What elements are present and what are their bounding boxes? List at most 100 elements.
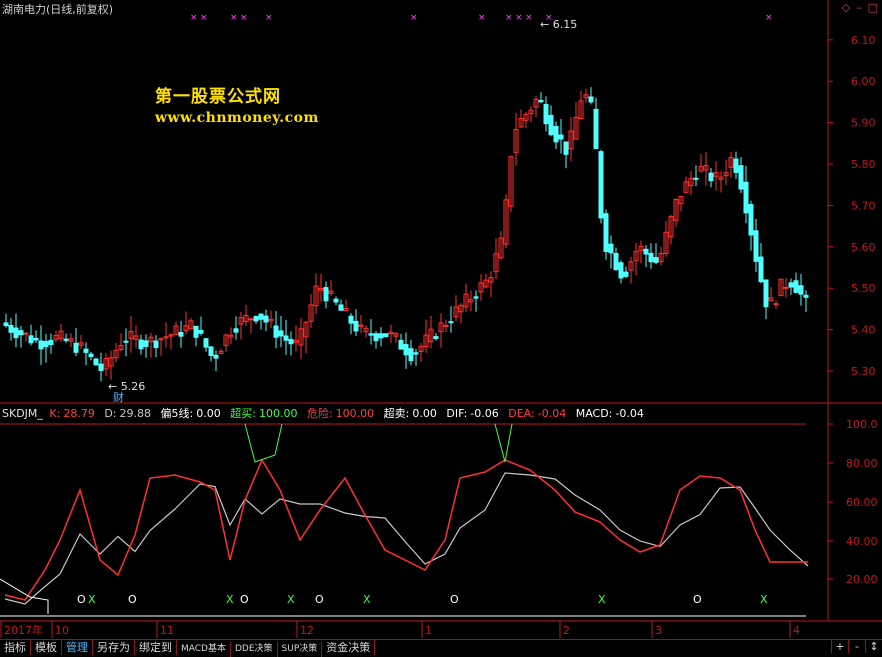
- ind-label-3: 40.00: [846, 535, 878, 548]
- zoom-out-button[interactable]: -: [848, 640, 865, 653]
- indicator-pian5: 偏5线: 0.00: [160, 407, 221, 420]
- tab-manage[interactable]: 管理: [62, 640, 93, 655]
- sell-signal: X: [363, 593, 371, 606]
- candle-body: [158, 338, 164, 341]
- tab-template[interactable]: 模板: [31, 640, 62, 655]
- candle-body: [653, 257, 659, 263]
- candle-body: [258, 313, 264, 320]
- candle-body: [743, 181, 749, 214]
- watermark-url: www.chnmoney.com: [155, 110, 319, 126]
- candle-body: [773, 303, 779, 306]
- date-label-4: 1: [425, 624, 432, 637]
- candle-body: [403, 344, 409, 356]
- candle-body: [63, 338, 69, 341]
- candle-body: [803, 294, 809, 298]
- candle-body: [593, 108, 599, 150]
- pian5-line: [0, 578, 49, 614]
- indicator-dea: DEA: -0.04: [508, 407, 567, 420]
- date-label-6: 3: [655, 624, 662, 637]
- price-label-1: 6.00: [851, 75, 876, 88]
- candle-body: [643, 248, 649, 255]
- close-icon[interactable]: □: [868, 1, 878, 14]
- buy-signal: O: [128, 593, 137, 606]
- candle-body: [288, 339, 294, 345]
- tab-indicator[interactable]: 指标: [0, 640, 31, 655]
- candle-body: [323, 287, 329, 302]
- candle-body: [353, 320, 359, 332]
- candle-body: [398, 339, 404, 350]
- candle-body: [608, 243, 614, 254]
- candle-body: [378, 333, 384, 339]
- ind-label-1: 80.00: [846, 457, 878, 470]
- signal-marker-icon: ×: [190, 13, 198, 23]
- candle-body: [763, 279, 769, 308]
- candle-body: [408, 348, 414, 362]
- candle-body: [18, 330, 24, 336]
- tab-save-as[interactable]: 另存为: [93, 640, 135, 655]
- candle-body: [448, 321, 454, 324]
- price-label-8: 5.30: [851, 365, 876, 378]
- buy-signal: O: [693, 593, 702, 606]
- fin-marker: 财: [113, 390, 124, 404]
- signal-marker-icon: ×: [265, 13, 273, 23]
- candle-body: [623, 271, 629, 277]
- candle-body: [558, 134, 564, 140]
- candle-body: [373, 333, 379, 342]
- diamond-icon[interactable]: ◇: [842, 1, 850, 14]
- sell-signal: X: [88, 593, 96, 606]
- indicator-danger: 危险: 100.00: [306, 407, 375, 420]
- candle-body: [88, 353, 94, 358]
- candle-body: [273, 325, 279, 338]
- window-controls: ◇ – □: [836, 1, 878, 14]
- minimize-icon[interactable]: –: [856, 1, 862, 14]
- signal-marker-icon: ×: [545, 13, 553, 23]
- candle-body: [123, 340, 129, 343]
- price-label-3: 5.80: [851, 158, 876, 171]
- candle-body: [48, 339, 54, 345]
- indicator-oversold: 超卖: 0.00: [383, 407, 437, 420]
- bottom-toolbar: 指标 模板 管理 另存为 绑定到 MACD基本 DDE决策 SUP决策 资金决策 + - ↕: [0, 639, 882, 657]
- chart-canvas[interactable]: 6.10 6.00 5.90 5.80 5.70 5.60 5.50 5.40 5.30 100.…: [0, 0, 882, 655]
- candle-body: [178, 332, 184, 337]
- buy-signal: O: [450, 593, 459, 606]
- candle-body: [708, 172, 714, 182]
- candle-body: [753, 230, 759, 262]
- signal-marker-icon: ×: [515, 13, 523, 23]
- date-label-2: 11: [160, 624, 174, 637]
- candle-body: [43, 340, 49, 348]
- candle-body: [588, 96, 594, 103]
- signal-marker-icon: ×: [505, 13, 513, 23]
- candle-body: [193, 325, 199, 338]
- candle-body: [413, 352, 419, 355]
- tab-fund[interactable]: 资金决策: [322, 640, 376, 655]
- candle-body: [253, 316, 259, 322]
- sell-signal: X: [760, 593, 768, 606]
- candle-body: [538, 99, 544, 103]
- candle-body: [798, 285, 804, 295]
- date-label-7: 4: [793, 624, 800, 637]
- candle-body: [603, 213, 609, 252]
- buy-signal: O: [77, 593, 86, 606]
- d-line: [4, 472, 809, 605]
- candle-body: [233, 328, 239, 333]
- indicator-d: D: 29.88: [104, 407, 152, 420]
- expand-button[interactable]: ↕: [865, 640, 882, 653]
- candle-body: [788, 282, 794, 288]
- candle-body: [263, 315, 269, 323]
- candle-body: [793, 280, 799, 293]
- tab-bind-to[interactable]: 绑定到: [135, 640, 177, 655]
- candle-body: [278, 330, 284, 337]
- indicator-overbought: 超买: 100.00: [230, 407, 298, 420]
- sell-signal: X: [598, 593, 606, 606]
- candle-body: [748, 204, 754, 236]
- candle-body: [618, 262, 624, 279]
- candle-body: [13, 327, 19, 339]
- candle-body: [73, 342, 79, 353]
- indicator-name[interactable]: SKDJM_: [2, 407, 43, 420]
- price-label-4: 5.70: [851, 199, 876, 212]
- candle-body: [33, 337, 39, 341]
- candle-body: [733, 158, 739, 173]
- zoom-in-button[interactable]: +: [831, 640, 848, 653]
- candle-body: [203, 338, 209, 348]
- candle-body: [548, 114, 554, 136]
